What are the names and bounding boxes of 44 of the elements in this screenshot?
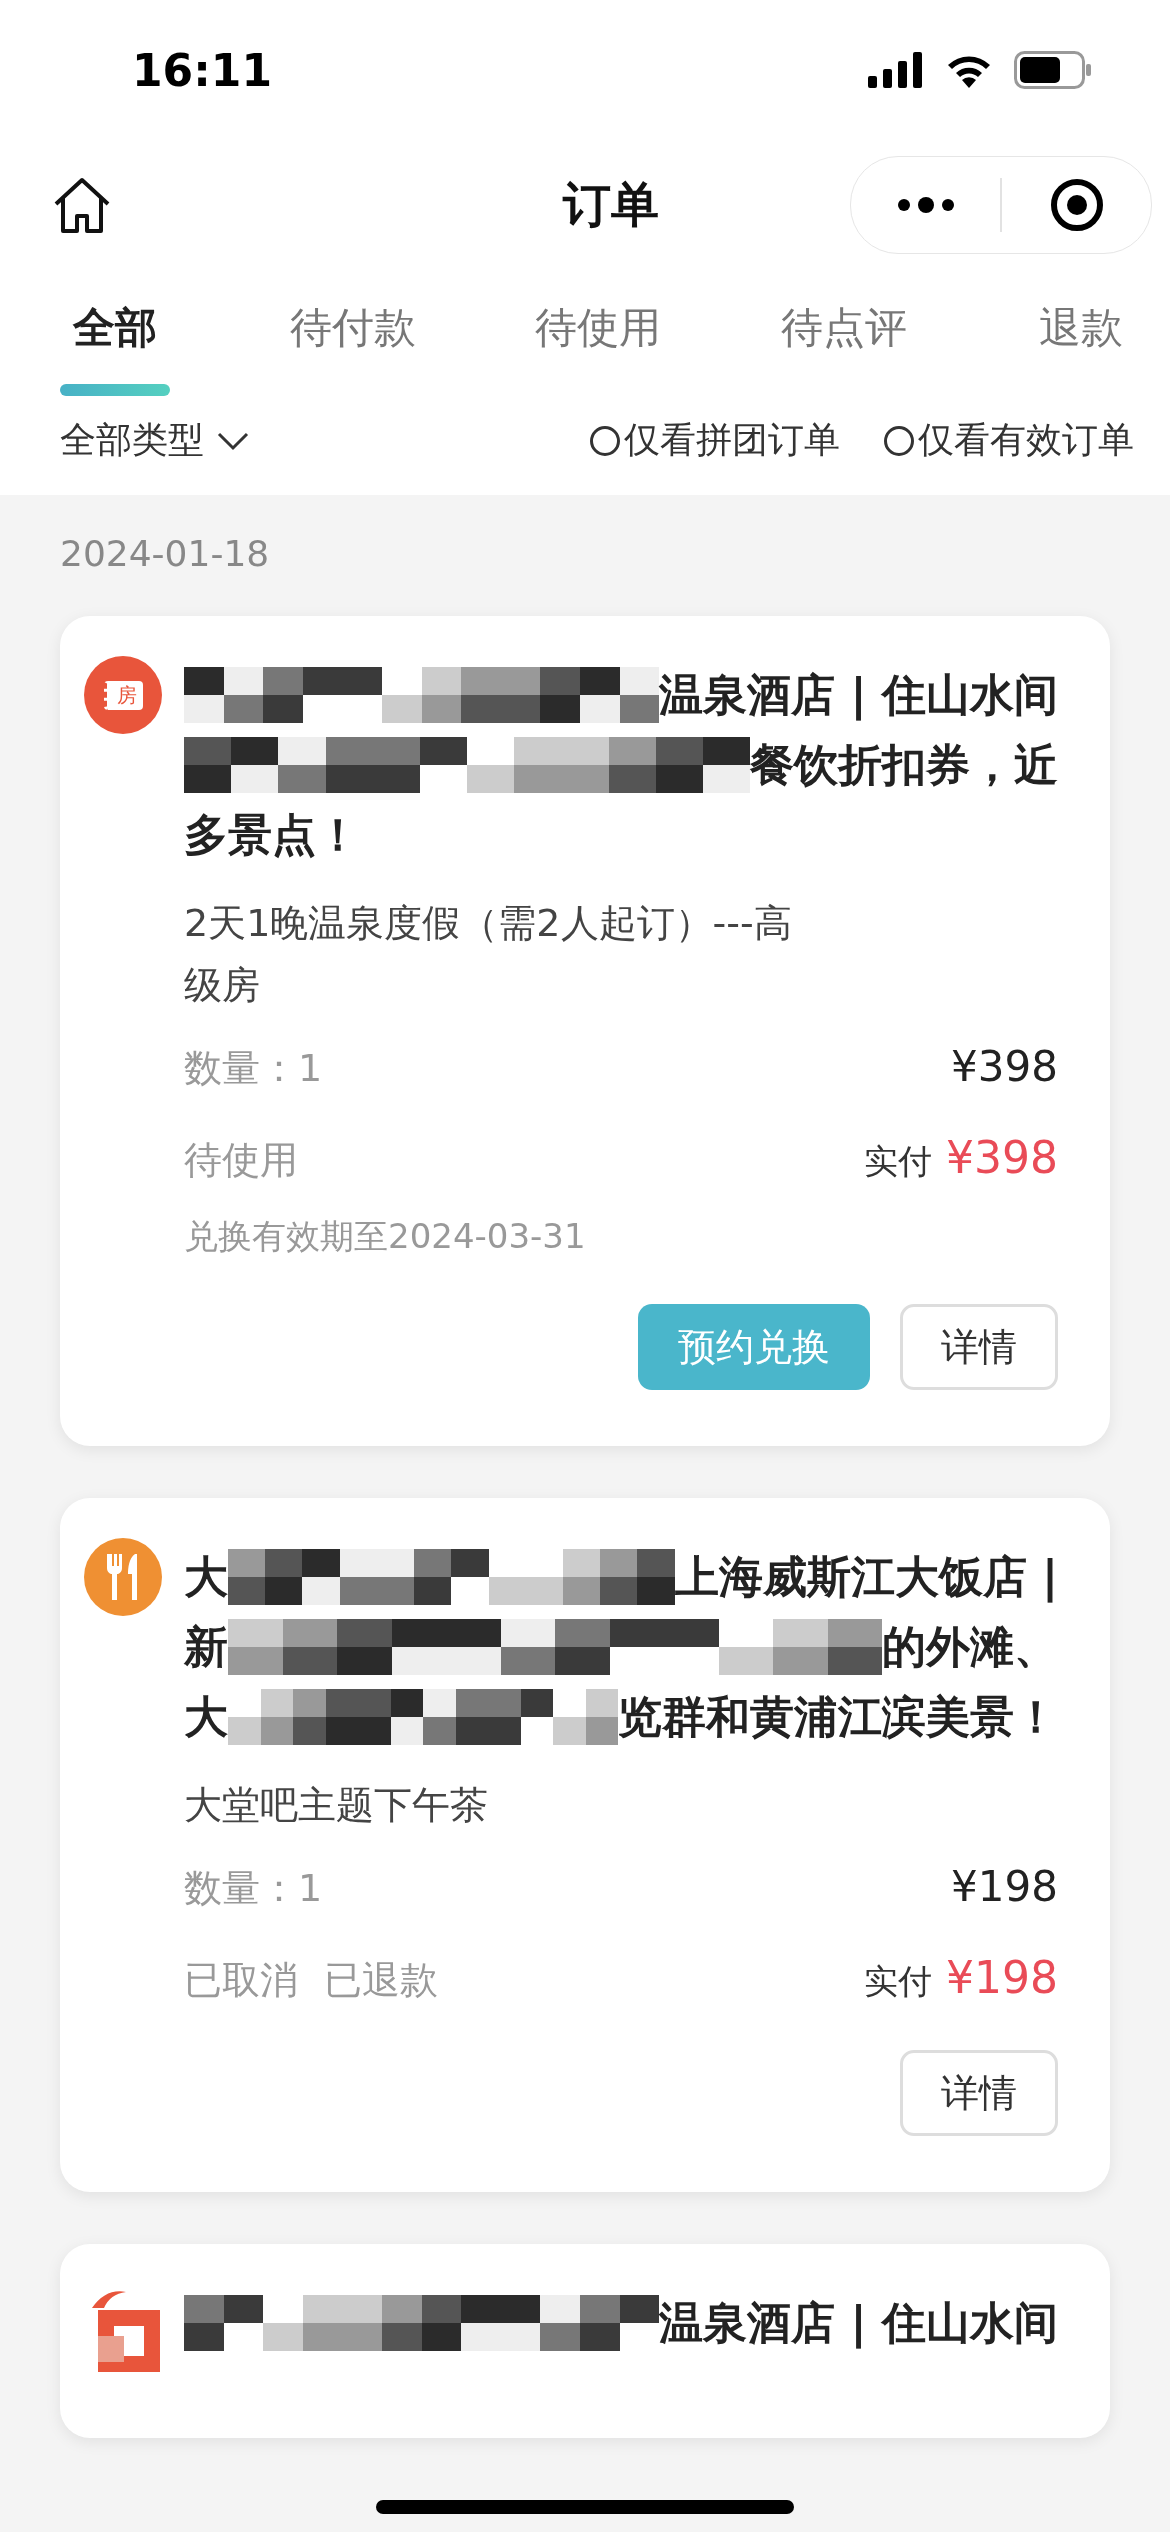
order-status: 已退款: [324, 1957, 438, 2004]
signal-icon: [868, 52, 924, 88]
status-time: 16:11: [132, 44, 273, 96]
filter-option[interactable]: 仅看拼团订单: [590, 416, 840, 465]
paid-amount: ¥398: [946, 1132, 1058, 1183]
validity-text: 兑换有效期至2024-03-31: [184, 1215, 587, 1258]
order-status: 待使用: [184, 1137, 298, 1184]
order-title-text: 温泉酒店 | 住山水间: [659, 668, 1058, 723]
order-title-text: 览群和黄浦江滨美景！: [618, 1690, 1058, 1744]
radio-circle[interactable]: [590, 425, 620, 456]
quantity-text: 数量：1: [184, 1865, 323, 1912]
filter-option[interactable]: 仅看有效订单: [884, 416, 1134, 465]
order-title-text: 上海威斯江大饭店 |: [674, 1550, 1058, 1605]
order-title-text: 大: [184, 1550, 228, 1604]
order-title-text: 大: [184, 1690, 228, 1744]
order-title-text: 餐饮折扣券，近: [750, 738, 1058, 792]
battery-icon: [1014, 51, 1092, 89]
order-title-text: 新: [184, 1620, 228, 1674]
room-icon: 房: [84, 656, 162, 734]
order-tab[interactable]: 待使用: [535, 300, 661, 396]
page-title: 订单: [563, 175, 659, 234]
home-icon[interactable]: [52, 176, 112, 234]
order-title-text: 的外滩、: [882, 1620, 1058, 1674]
paid-amount: ¥198: [946, 1952, 1058, 2003]
unit-price: ¥198: [951, 1862, 1058, 1911]
details-button[interactable]: 详情: [900, 2050, 1058, 2136]
order-tab[interactable]: 全部: [60, 300, 170, 396]
product-name: 2天1晚温泉度假（需2人起订）---高级房: [184, 900, 793, 1009]
order-date: 2024-01-18: [60, 533, 271, 574]
chevron-down-icon: [216, 430, 250, 451]
details-button[interactable]: 详情: [900, 1304, 1058, 1390]
order-tab[interactable]: 退款: [1026, 300, 1136, 396]
paid-label: 实付: [864, 1140, 932, 1183]
unit-price: ¥398: [951, 1042, 1058, 1091]
order-tab[interactable]: 待点评: [780, 300, 907, 396]
order-title-text: 多景点！: [184, 808, 360, 862]
order-title-text: 温泉酒店 | 住山水间: [659, 2296, 1058, 2351]
type-dropdown[interactable]: 全部类型: [60, 416, 250, 465]
order-tab[interactable]: 待付款: [289, 300, 416, 396]
radio-circle[interactable]: [884, 425, 914, 456]
quantity-text: 数量：1: [184, 1045, 323, 1092]
paid-label: 实付: [864, 1960, 932, 2003]
product-name: 大堂吧主题下午茶: [184, 1782, 489, 1829]
order-status: 已取消: [184, 1957, 298, 2004]
